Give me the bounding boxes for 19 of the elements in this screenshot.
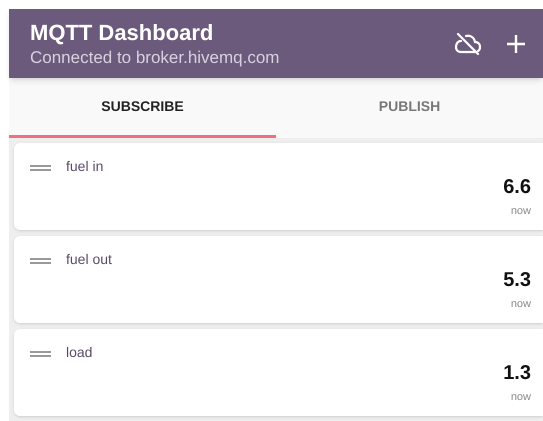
topic-name: load — [66, 343, 94, 361]
tab[interactable]: PUBLISH — [276, 78, 543, 138]
topic-name: fuel out — [66, 250, 113, 268]
value-reading: 5.3 — [503, 268, 531, 292]
drag-handle-icon[interactable] — [30, 165, 51, 171]
value-reading: 1.3 — [503, 361, 531, 385]
tab[interactable]: SUBSCRIBE — [9, 78, 276, 138]
timestamp: now — [510, 390, 531, 405]
subscription-card[interactable]: fuel out 5.3 now — [14, 236, 543, 323]
app-title: MQTT Dashboard — [30, 18, 214, 46]
connection-status: Connected to broker.hivemq.com — [30, 46, 280, 68]
drag-handle-icon[interactable] — [30, 351, 51, 357]
subscription-card[interactable]: load 1.3 now — [14, 329, 543, 416]
topic-name: fuel in — [66, 157, 104, 175]
timestamp: now — [510, 297, 531, 312]
timestamp: now — [510, 204, 531, 219]
subscription-card[interactable]: fuel in 6.6 now — [14, 143, 543, 230]
drag-handle-icon[interactable] — [30, 258, 51, 264]
value-reading: 6.6 — [503, 175, 531, 199]
